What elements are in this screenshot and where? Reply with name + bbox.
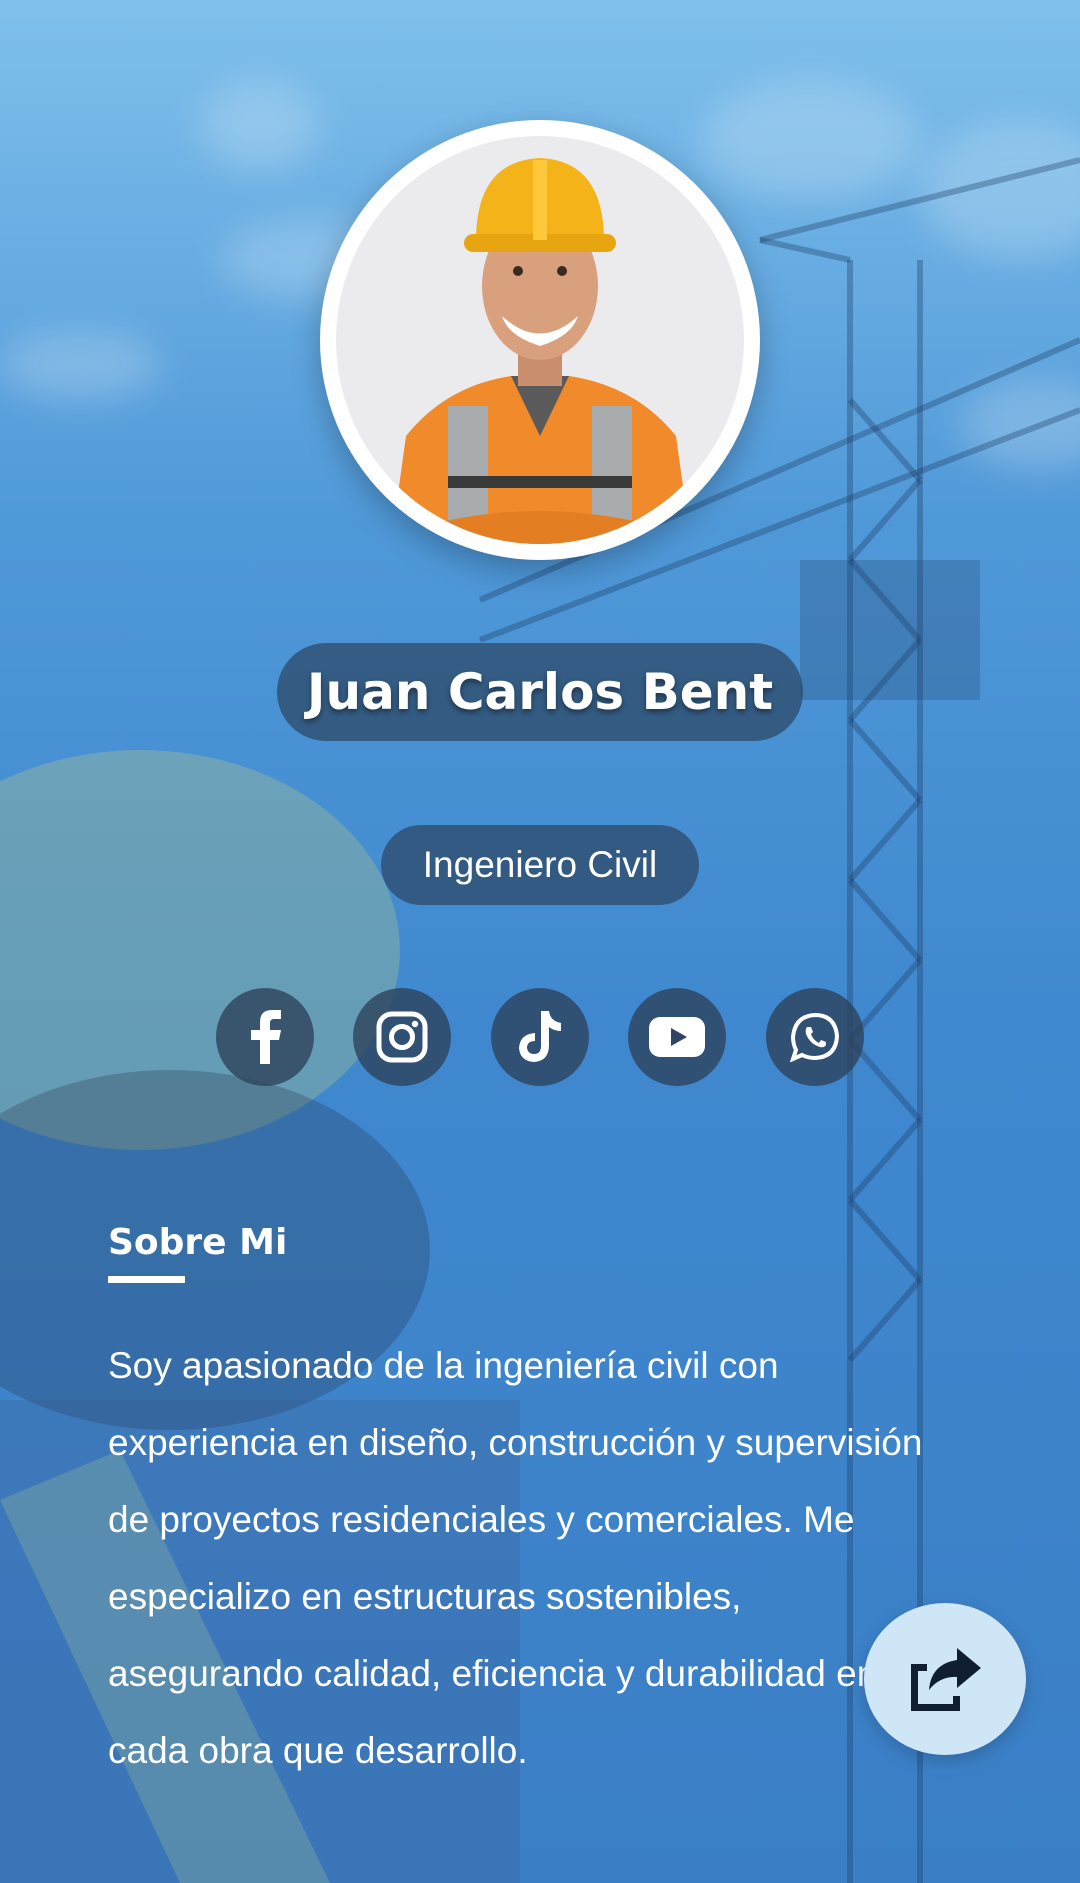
avatar bbox=[320, 120, 760, 560]
youtube-button[interactable] bbox=[628, 988, 726, 1086]
tiktok-button[interactable] bbox=[491, 988, 589, 1086]
facebook-button[interactable] bbox=[216, 988, 314, 1086]
social-links bbox=[216, 988, 864, 1088]
profile-title: Ingeniero Civil bbox=[422, 844, 658, 885]
youtube-icon bbox=[649, 1017, 705, 1057]
profile-page: Juan Carlos Bent Ingeniero Civil Sobre M… bbox=[0, 0, 1080, 1883]
share-button[interactable] bbox=[864, 1603, 1026, 1755]
about-heading: Sobre Mi bbox=[108, 1222, 288, 1263]
instagram-button[interactable] bbox=[353, 988, 451, 1086]
name-badge: Juan Carlos Bent bbox=[277, 643, 803, 741]
tiktok-icon bbox=[519, 1011, 561, 1062]
instagram-icon bbox=[376, 1011, 428, 1063]
whatsapp-button[interactable] bbox=[766, 988, 864, 1086]
title-badge: Ingeniero Civil bbox=[381, 825, 699, 905]
whatsapp-icon bbox=[790, 1012, 840, 1062]
about-body: Soy apasionado de la ingeniería civil co… bbox=[108, 1345, 923, 1771]
profile-name: Juan Carlos Bent bbox=[306, 663, 774, 721]
facebook-icon bbox=[251, 1010, 281, 1064]
share-icon bbox=[911, 1648, 981, 1711]
about-heading-underline bbox=[108, 1276, 185, 1283]
profile-photo bbox=[336, 136, 744, 544]
